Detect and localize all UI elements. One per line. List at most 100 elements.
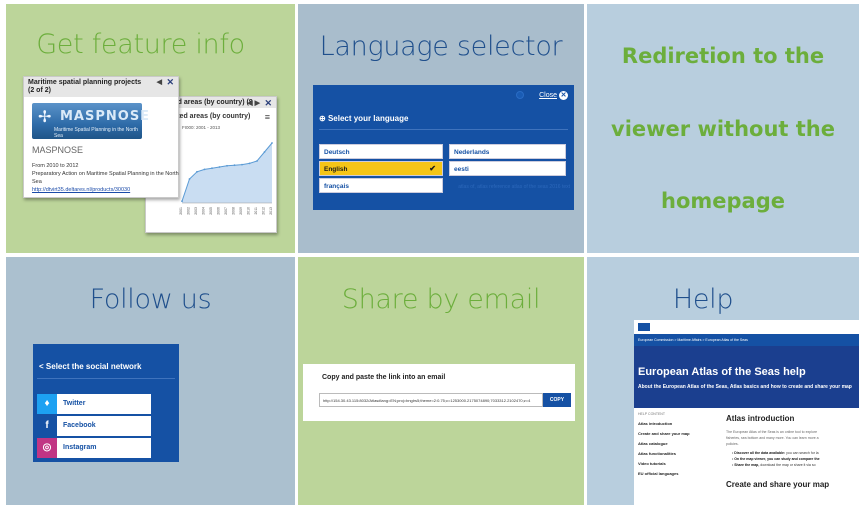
help-sidebar-item[interactable]: EU official languages (638, 471, 678, 476)
language-option-eesti[interactable]: eesti (449, 161, 566, 176)
language-option-deutsch[interactable]: Deutsch (319, 144, 443, 159)
bullet-bold: Share the map, (734, 463, 760, 467)
help-sidebar-item[interactable]: Atlas introduction (638, 421, 672, 426)
help-paragraph: fisheries, sea bottom and many more. You… (726, 436, 819, 440)
tile-title: Language selector (319, 31, 563, 62)
feature-link[interactable]: http://dtvirt35.deltares.nl/products/300… (32, 186, 182, 194)
language-heading: ⊕ Select your language (319, 114, 408, 123)
social-heading-text: Select the social network (45, 362, 142, 371)
tile-title: Share by email (341, 284, 541, 315)
feature-popup: Maritime spatial planning projects (2 of… (23, 76, 179, 198)
social-dialog: < Select the social network ♦ Twitter f … (33, 344, 179, 462)
tile-share-email: Share by email Copy and paste the link i… (298, 257, 584, 505)
chart-point[interactable] (218, 166, 221, 168)
help-sidebar-item[interactable]: Create and share your map (638, 431, 690, 436)
chart-point[interactable] (226, 164, 228, 167)
x-tick-label: 2010 (247, 207, 251, 215)
x-tick-label: 2009 (239, 207, 243, 215)
tile-redirection: Rediretion to the viewer without the hom… (587, 4, 859, 253)
globe-icon: ⊕ (319, 114, 326, 123)
option-label: English (324, 166, 348, 173)
language-option-nederlands[interactable]: Nederlands (449, 144, 566, 159)
chart-point[interactable] (271, 142, 273, 144)
chart-point[interactable] (196, 170, 198, 173)
help-bullet: • On the map viewer, you can study and c… (732, 457, 820, 461)
redirection-line-3: homepage (661, 189, 785, 213)
chart-point[interactable] (263, 151, 266, 153)
breadcrumb[interactable]: European Commission > Maritime Affairs >… (634, 334, 859, 346)
share-dialog: Copy and paste the link into an email ht… (303, 364, 575, 421)
close-button[interactable]: Close ✕ (539, 91, 568, 100)
help-bullet: • Share the map, download the map or sha… (732, 463, 816, 467)
feature-details: From 2010 to 2012 Preparatory Action on … (32, 162, 182, 194)
social-heading: < Select the social network (39, 362, 142, 371)
feature-popup-title: Maritime spatial planning projects (2 of… (28, 79, 142, 94)
x-tick-label: 2007 (224, 207, 228, 215)
tile-help: Help European Commission > Maritime Affa… (587, 257, 859, 505)
language-option-english[interactable]: English ✔ (319, 161, 443, 176)
option-label: français (324, 183, 349, 190)
social-label: Instagram (63, 444, 97, 451)
help-sidebar-item[interactable]: Video tutorials (638, 461, 666, 466)
help-sidebar-item[interactable]: Atlas catalogue (638, 441, 668, 446)
help-hero: European Atlas of the Seas help About th… (634, 346, 859, 408)
social-label: Facebook (63, 422, 96, 429)
social-button-instagram[interactable]: ◎ Instagram (37, 438, 151, 458)
option-label: Deutsch (324, 149, 350, 156)
tile-title: Help (672, 284, 734, 315)
bullet-bold: On the map viewer, you can study and com… (734, 457, 820, 461)
x-tick-label: 2006 (217, 207, 221, 215)
tile-title: Get feature info (36, 29, 245, 60)
check-icon: ✔ (429, 164, 436, 173)
tile-language-selector: Language selector Close ✕ ⊕ Select your l… (298, 4, 584, 253)
popup-nav-arrow[interactable]: ◀ (157, 79, 162, 87)
x-tick-label: 2013 (269, 207, 273, 215)
chart-point[interactable] (241, 163, 243, 166)
x-tick-label: 2002 (187, 207, 191, 215)
chart-point[interactable] (203, 168, 206, 171)
help-sidebar-item[interactable]: Atlas functionalities (638, 451, 676, 456)
bullet-bold: Discover all the data available: (734, 451, 786, 455)
chart-point[interactable] (248, 162, 251, 165)
option-label: Nederlands (454, 149, 490, 156)
wind-turbine-icon: ✢ (38, 107, 53, 126)
feature-years: From 2010 to 2012 (32, 163, 79, 169)
eu-flag-icon (638, 323, 650, 331)
close-icon[interactable]: ✕ (166, 78, 174, 87)
chart-point[interactable] (233, 164, 236, 167)
social-button-twitter[interactable]: ♦ Twitter (37, 394, 151, 414)
help-page-title: European Atlas of the Seas help (638, 366, 806, 378)
language-dialog: Close ✕ ⊕ Select your language Deutsch Ne… (313, 85, 574, 210)
redirection-line-2: viewer without the (611, 117, 835, 141)
facebook-icon: f (37, 416, 57, 436)
redirection-line-1: Rediretion to the (621, 44, 825, 68)
divider (319, 129, 568, 130)
x-tick-label: 2012 (262, 207, 266, 215)
x-tick-label: 2005 (209, 207, 213, 215)
help-section-title: Create and share your map (726, 480, 830, 489)
x-tick-label: 2008 (232, 207, 236, 215)
instagram-icon: ◎ (37, 438, 57, 458)
maspnose-logo: ✢ MASPNOSE Maritime Spatial Planning in … (32, 103, 149, 139)
divider (37, 378, 175, 379)
help-paragraph: The European Atlas of the Seas is an onl… (726, 430, 818, 434)
chart-point[interactable] (211, 167, 213, 170)
logo-text: MASPNOSE (60, 109, 151, 124)
help-sidebar-title: HELP CONTENT (638, 412, 665, 416)
feature-popup-header: Maritime spatial planning projects (2 of… (24, 77, 178, 97)
social-button-facebook[interactable]: f Facebook (37, 416, 151, 436)
help-top-bar (634, 320, 859, 334)
help-page: European Commission > Maritime Affairs >… (634, 320, 859, 505)
share-url-field[interactable]: http://154.30.43.115:8032/Atlas#lang=EN;… (319, 393, 543, 407)
copy-button[interactable]: COPY (543, 393, 571, 407)
feature-description: Preparatory Action on Maritime Spatial P… (32, 171, 179, 185)
option-label: eesti (454, 166, 469, 173)
tile-feature-info: Get feature info protected areas (by cou… (6, 4, 295, 253)
chart-point[interactable] (256, 160, 258, 162)
x-tick-label: 2003 (194, 207, 198, 215)
info-icon[interactable] (516, 91, 524, 99)
language-option-francais[interactable]: français (319, 178, 443, 193)
chart-point[interactable] (181, 200, 183, 203)
chart-point[interactable] (188, 178, 191, 180)
feature-name: MASPNOSE (32, 145, 84, 155)
